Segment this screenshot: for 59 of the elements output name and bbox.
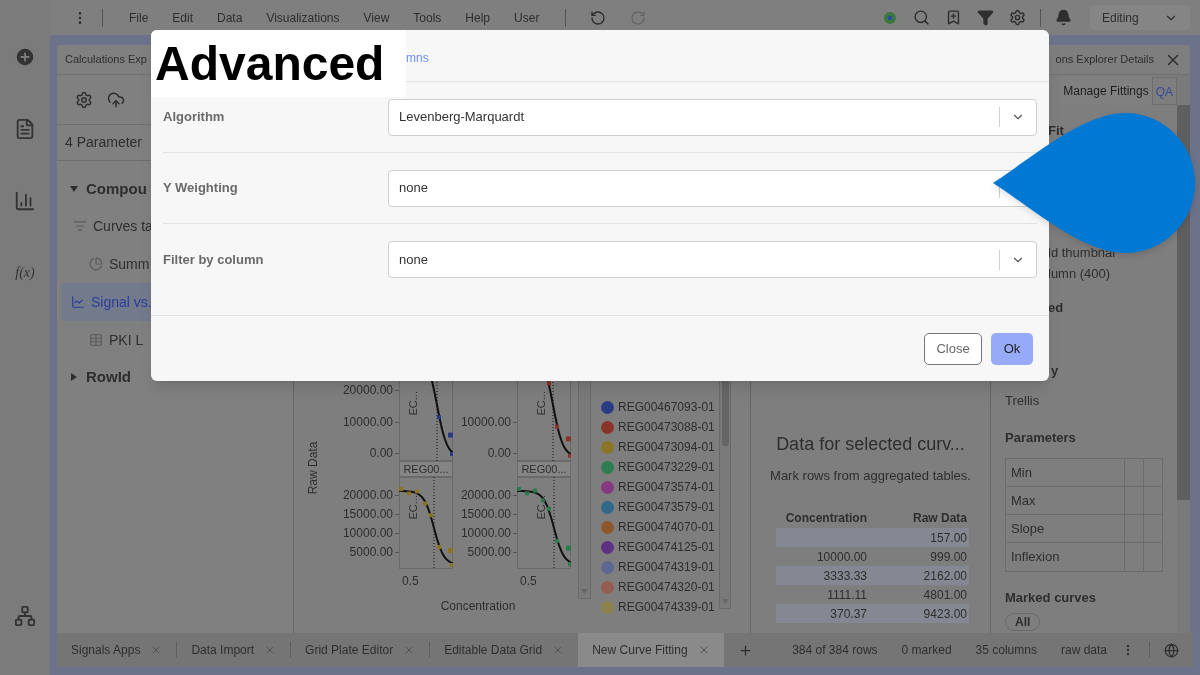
panel-title: ons Explorer Details	[1055, 52, 1154, 68]
y-tick-label: 10000.00	[460, 415, 511, 429]
table-cell: Min	[1006, 458, 1125, 486]
table-cell: 3333.33	[823, 568, 867, 583]
section-heading: Fit	[1048, 122, 1064, 140]
panel-header: REG00...	[399, 461, 453, 477]
ec-annotation: EC...	[406, 495, 420, 520]
y-tick-label: 5000.00	[467, 545, 511, 559]
panel-title: Data for selected curv...	[776, 433, 965, 456]
table-cell: 4801.00	[923, 587, 967, 602]
setting-text: lumn (400)	[1048, 265, 1111, 283]
y-tick-label: 5000.00	[349, 545, 393, 559]
summary-label: 4 Parameter	[65, 133, 143, 152]
section-heading: ed	[1048, 298, 1064, 317]
y-tick-label: 10000.00	[342, 526, 393, 540]
section-heading: Parameters	[1005, 429, 1077, 447]
table-cell: 10000.00	[816, 549, 867, 564]
ec-annotation: EC...	[534, 495, 548, 520]
column-header: Raw Data	[911, 510, 968, 527]
panel-header: REG00...	[517, 461, 571, 477]
y-tick-label: 0.00	[369, 446, 393, 460]
table-cell: Inflexion	[1006, 542, 1125, 571]
y-tick-label: 0.00	[487, 446, 511, 460]
y-tick-label: 20000.00	[460, 488, 511, 502]
dialog-title: Advanced	[151, 30, 406, 97]
y-tick-label: 10000.00	[342, 415, 393, 429]
table-cell: 157.00	[930, 530, 967, 545]
field-label: Filter by column	[163, 250, 265, 269]
table-cell: 370.37	[830, 606, 867, 621]
panel-title: Calculations Exp	[65, 52, 147, 68]
status-text: 0 marked	[901, 642, 952, 659]
y-tick-label: 20000.00	[342, 383, 393, 397]
y-tick-label: 10000.00	[460, 526, 511, 540]
y-tick-label: 15000.00	[460, 507, 511, 521]
field-label: Algorithm	[163, 108, 226, 127]
setting-value: Trellis	[1005, 391, 1041, 410]
y-axis-label: Raw Data	[305, 441, 322, 495]
x-axis-label: Concentration	[440, 598, 516, 615]
ec-annotation: EC...	[534, 391, 548, 416]
table-cell: 1111.11	[827, 587, 867, 602]
y-tick-label: 20000.00	[342, 488, 393, 502]
section-heading: y	[1051, 362, 1059, 380]
table-cell: Max	[1006, 486, 1125, 514]
table-cell: 9423.00	[923, 606, 967, 621]
setting-text: ld thumbnai	[1048, 243, 1116, 262]
table-cell: 999.00	[930, 549, 967, 564]
section-heading: Marked curves	[1005, 588, 1098, 607]
column-header: Concentration	[784, 510, 867, 527]
table-cell: Slope	[1006, 514, 1125, 542]
field-label: Y Weighting	[163, 179, 239, 198]
status-text: 384 of 384 rows	[792, 642, 878, 659]
table-cell: 2162.00	[923, 568, 967, 583]
x-tick-label: 0.5	[519, 573, 538, 590]
y-tick-label: 15000.00	[342, 507, 393, 521]
x-tick-label: 0.5	[401, 573, 420, 590]
panel-subtitle: Mark rows from aggregated tables.	[770, 467, 971, 485]
ec-annotation: EC...	[406, 391, 420, 416]
status-text: 35 columns	[975, 642, 1037, 659]
status-text: raw data	[1060, 642, 1107, 659]
